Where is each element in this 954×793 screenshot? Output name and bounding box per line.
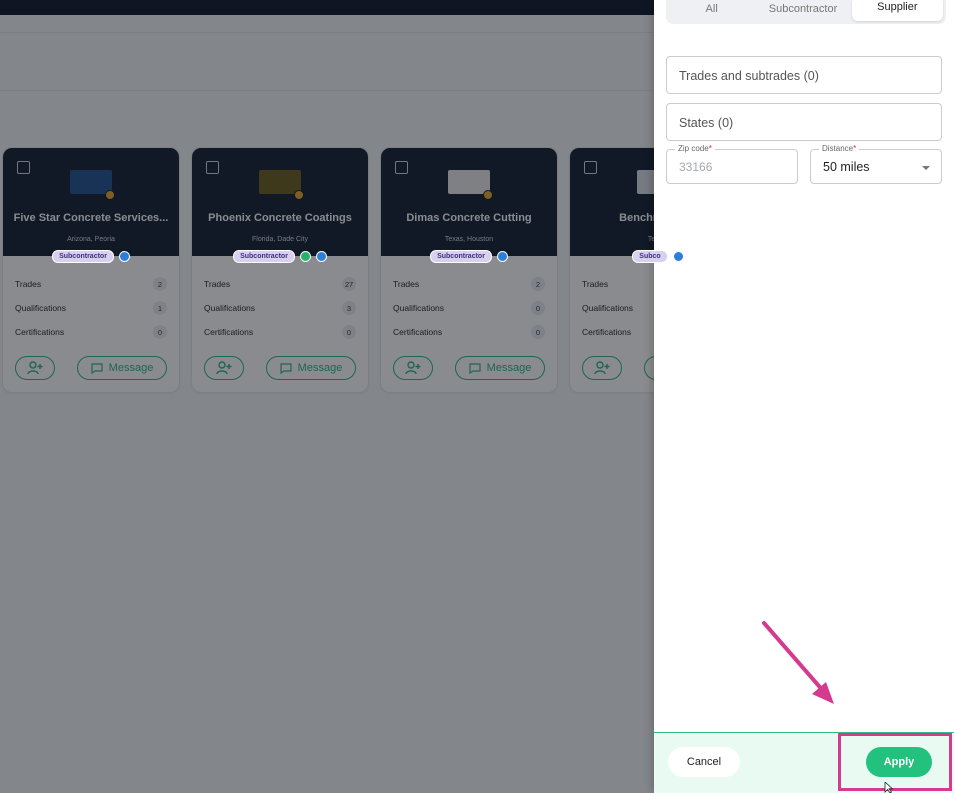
- pointer-arrow-icon: [762, 621, 834, 704]
- badge-row: Subcontractor: [192, 249, 368, 263]
- role-badge: Subcontractor: [430, 249, 492, 263]
- info-icon: [118, 250, 130, 262]
- role-badge: Subco: [632, 249, 668, 263]
- info-icon: [315, 250, 327, 262]
- role-badge: Subcontractor: [52, 249, 114, 263]
- badge-row: Subco: [570, 249, 746, 263]
- mouse-cursor-icon: [884, 782, 894, 793]
- info-icon: [496, 250, 508, 262]
- badge-row: Subcontractor: [3, 249, 179, 263]
- role-badge: Subcontractor: [233, 249, 295, 263]
- green-status-icon: [299, 250, 311, 262]
- info-icon: [672, 250, 684, 262]
- badge-row: Subcontractor: [381, 249, 557, 263]
